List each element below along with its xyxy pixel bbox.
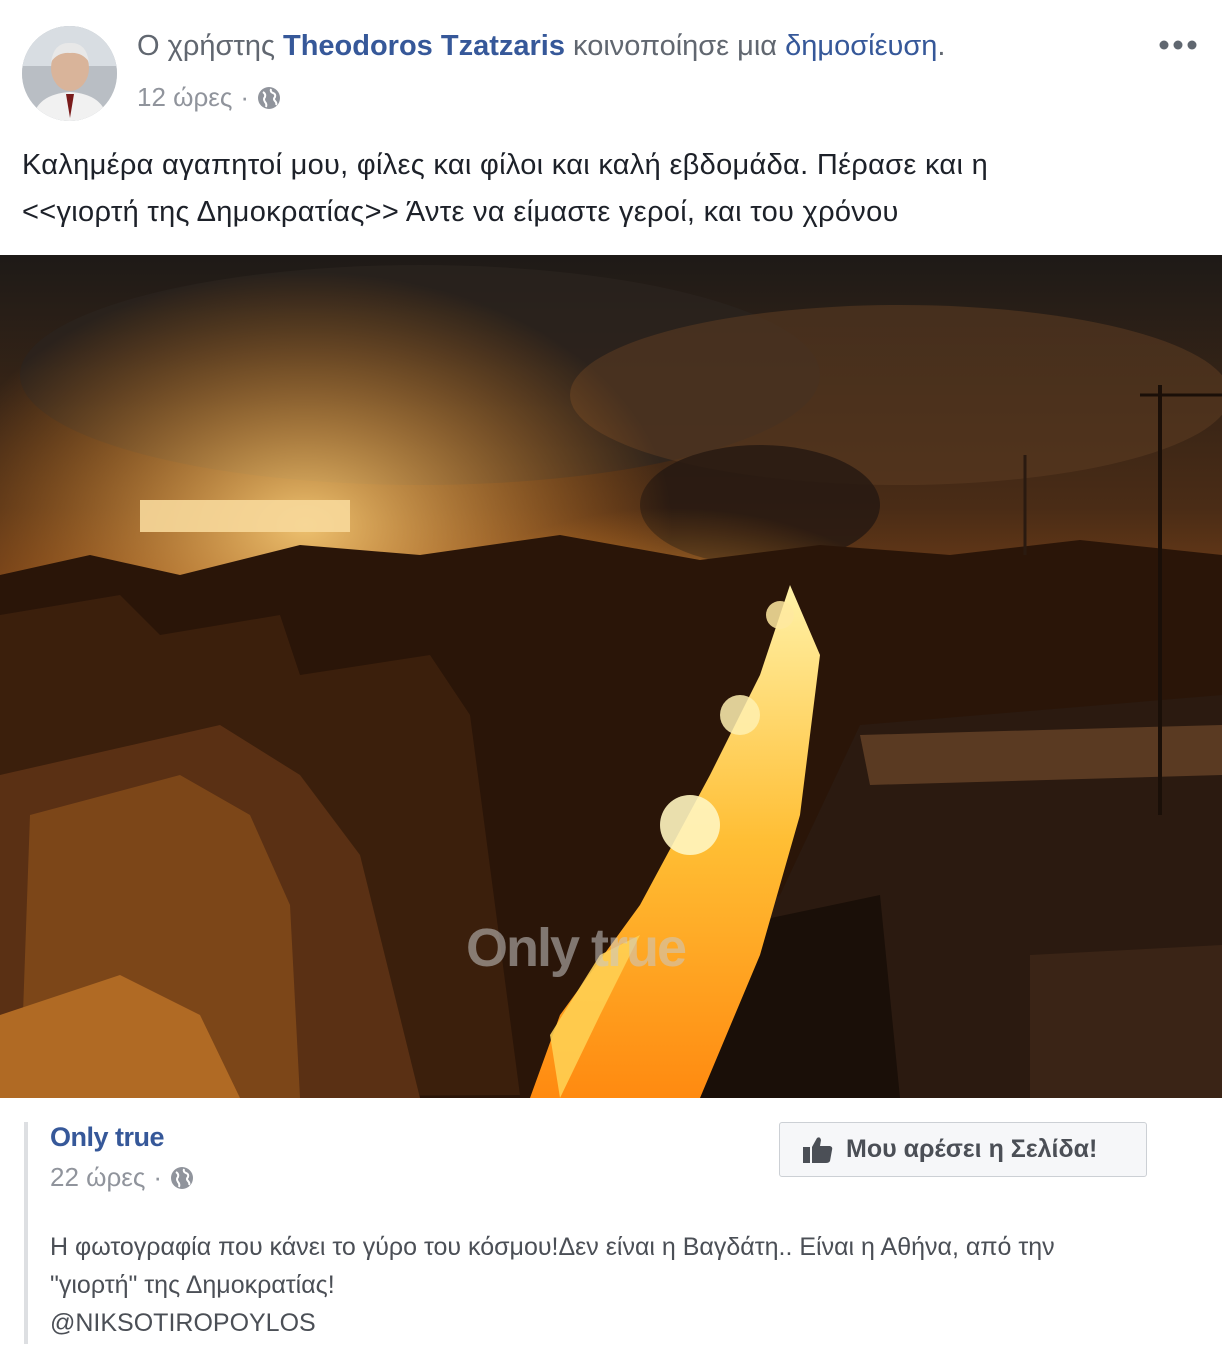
meta-separator: · [153,1162,163,1192]
globe-icon[interactable] [257,86,281,110]
globe-icon[interactable] [170,1166,194,1190]
shared-page-name-link[interactable]: Only true [50,1122,165,1153]
author-avatar[interactable] [22,26,117,121]
more-options-icon[interactable] [1156,30,1200,60]
shared-post-link[interactable]: δημοσίευση [785,30,937,62]
share-line: Ο χρήστης Theodoros Tzatzaris κοινοποίησ… [137,30,945,63]
share-suffix: . [937,30,946,62]
shared-post-border [24,1122,28,1344]
shared-text-line: "γιορτή" της Δημοκρατίας! [50,1271,335,1299]
shared-post-timestamp[interactable]: 22 ώρες [50,1162,145,1193]
post-text-line: <<γιορτή της Δημοκρατίας>> Άντε να είμασ… [22,196,899,228]
share-verb: κοινοποίησε μια [564,30,786,62]
photo-watermark: Only true [466,918,687,978]
share-prefix: Ο χρήστης [137,30,283,62]
thumbs-up-icon [802,1136,834,1164]
shared-text-handle: @NIKSOTIROPOYLOS [50,1309,316,1337]
post-text: Καλημέρα αγαπητοί μου, φίλες και φίλοι κ… [22,142,1202,236]
like-page-button[interactable]: Μου αρέσει η Σελίδα! [779,1122,1147,1177]
shared-post: Only true 22 ώρες · Μου αρέσει η Σελίδα!… [0,1098,1222,1348]
shared-post-meta: 22 ώρες · [50,1162,194,1193]
post-timestamp[interactable]: 12 ώρες [137,82,232,113]
shared-photo[interactable]: Only true [0,255,1222,1098]
shared-post-text: Η φωτογραφία που κάνει το γύρο του κόσμο… [50,1228,1210,1342]
like-page-label: Μου αρέσει η Σελίδα! [846,1135,1098,1163]
post-text-line: Καλημέρα αγαπητοί μου, φίλες και φίλοι κ… [22,149,988,181]
shared-text-line: Η φωτογραφία που κάνει το γύρο του κόσμο… [50,1233,1055,1261]
post-meta: 12 ώρες · [137,82,281,113]
post-header: Ο χρήστης Theodoros Tzatzaris κοινοποίησ… [0,0,1222,130]
author-name-link[interactable]: Theodoros Tzatzaris [283,30,565,62]
meta-separator: · [240,82,250,112]
